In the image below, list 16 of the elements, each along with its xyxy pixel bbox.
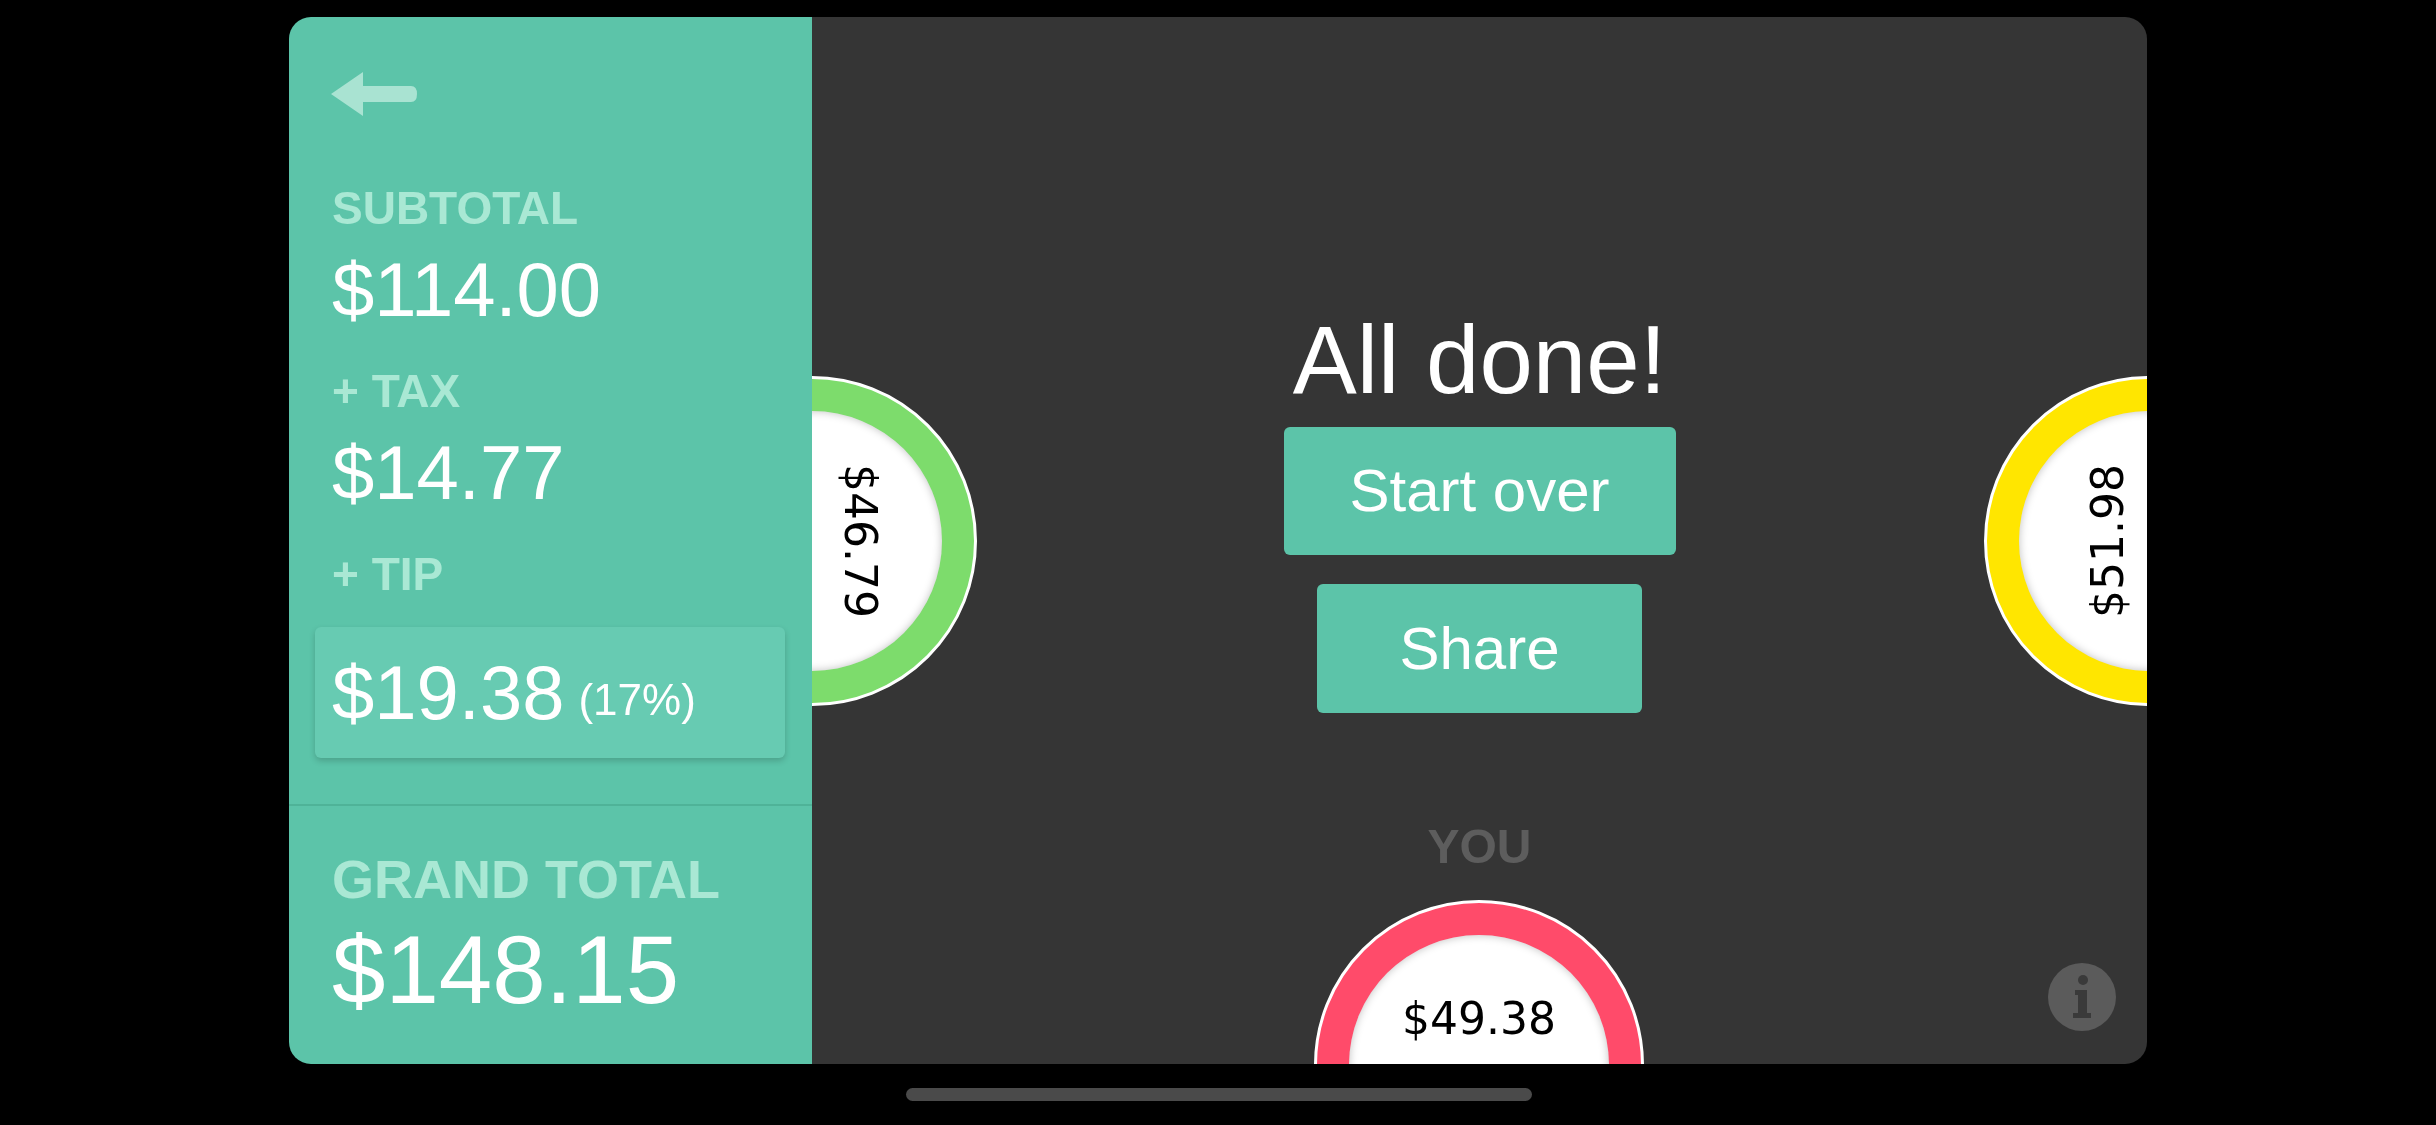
section-label: + TAX bbox=[332, 368, 462, 414]
amount-label: $46.79 bbox=[838, 464, 882, 618]
grand-total-value: $148.15 bbox=[332, 922, 680, 1018]
section-label: GRAND TOTAL bbox=[332, 852, 721, 906]
status-title: All done! bbox=[1292, 312, 1667, 408]
amount-value: $14.77 bbox=[332, 435, 566, 511]
info-icon[interactable] bbox=[2048, 963, 2116, 1031]
share-ring[interactable]: $49.38 bbox=[1314, 900, 1644, 1064]
amount-value: $114.00 bbox=[332, 252, 603, 328]
amount-label: $51.98 bbox=[2086, 464, 2130, 618]
amount-label: $49.38 bbox=[1402, 997, 1556, 1041]
share-ring[interactable]: $46.79 bbox=[812, 376, 977, 706]
section-label: + TIP bbox=[332, 551, 445, 597]
section-label: SUBTOTAL bbox=[332, 185, 580, 231]
back-button[interactable] bbox=[329, 70, 417, 118]
share-ring[interactable]: $51.98 bbox=[1984, 376, 2147, 706]
